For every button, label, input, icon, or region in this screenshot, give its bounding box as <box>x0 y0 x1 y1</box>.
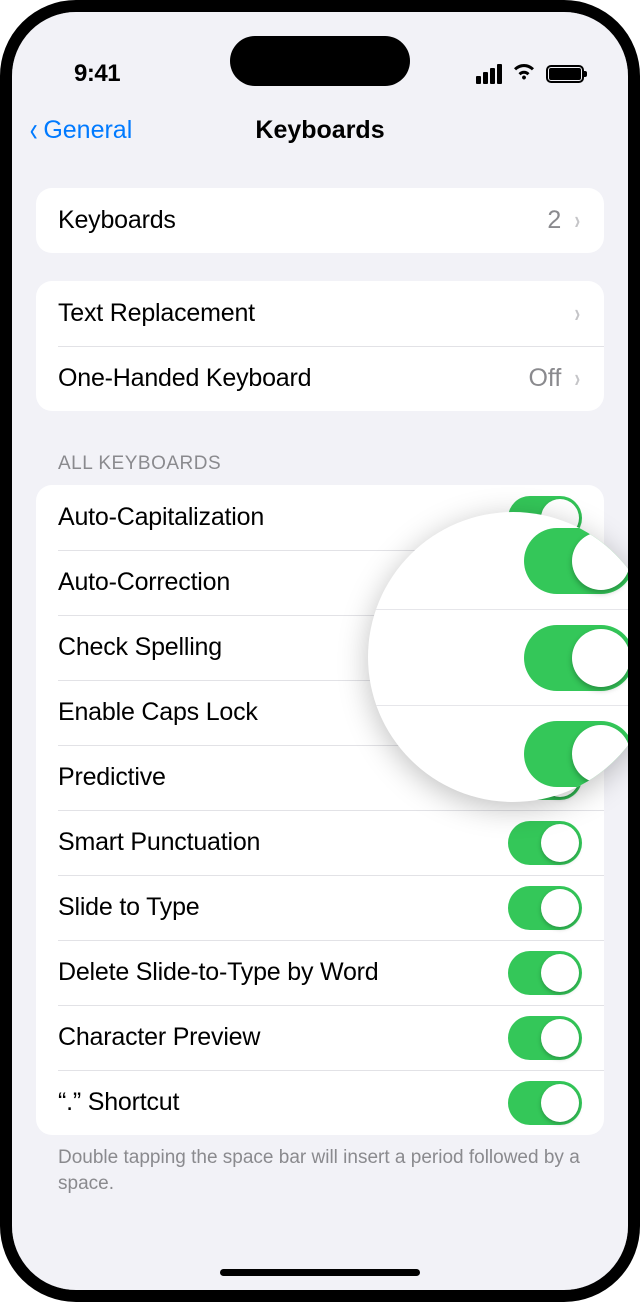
row-delete-slide-to-type-by-word: Delete Slide-to-Type by Word <box>36 940 604 1005</box>
page-title: Keyboards <box>255 116 384 145</box>
group-text-options: Text Replacement › One-Handed Keyboard O… <box>36 281 604 411</box>
back-button[interactable]: ‹ General <box>28 111 132 150</box>
row-label: Delete Slide-to-Type by Word <box>58 958 508 987</box>
row-label: Keyboards <box>58 206 547 235</box>
navigation-bar: ‹ General Keyboards <box>12 100 628 160</box>
magnifier-row <box>368 705 628 801</box>
row-text-replacement[interactable]: Text Replacement › <box>36 281 604 346</box>
magnified-toggle-icon <box>524 721 628 787</box>
magnifier-row <box>368 609 628 705</box>
chevron-right-icon: › <box>575 298 581 329</box>
status-icons <box>474 60 584 88</box>
group-keyboards: Keyboards 2 › <box>36 188 604 253</box>
row-smart-punctuation: Smart Punctuation <box>36 810 604 875</box>
row-one-handed-keyboard[interactable]: One-Handed Keyboard Off › <box>36 346 604 411</box>
toggle-period-shortcut[interactable] <box>508 1081 582 1125</box>
wifi-icon <box>511 60 537 88</box>
row-slide-to-type: Slide to Type <box>36 875 604 940</box>
magnified-toggle-icon <box>524 528 628 594</box>
row-value: 2 <box>547 206 561 235</box>
row-label: Text Replacement <box>58 299 573 328</box>
iphone-frame: 9:41 ‹ General Keyboards <box>0 0 640 1302</box>
toggle-delete-slide-to-type-by-word[interactable] <box>508 951 582 995</box>
toggle-character-preview[interactable] <box>508 1016 582 1060</box>
back-label: General <box>43 116 132 145</box>
group-footer-period-shortcut: Double tapping the space bar will insert… <box>36 1135 604 1196</box>
toggle-smart-punctuation[interactable] <box>508 821 582 865</box>
home-indicator[interactable] <box>220 1269 420 1276</box>
cellular-signal-icon <box>474 64 502 84</box>
row-value: Off <box>528 364 561 393</box>
row-label: Slide to Type <box>58 893 508 922</box>
row-character-preview: Character Preview <box>36 1005 604 1070</box>
row-label: Character Preview <box>58 1023 508 1052</box>
chevron-left-icon: ‹ <box>30 111 38 150</box>
row-keyboards-list[interactable]: Keyboards 2 › <box>36 188 604 253</box>
status-time: 9:41 <box>64 60 120 88</box>
toggle-slide-to-type[interactable] <box>508 886 582 930</box>
screen: 9:41 ‹ General Keyboards <box>12 12 628 1290</box>
chevron-right-icon: › <box>575 205 581 236</box>
row-label: Smart Punctuation <box>58 828 508 857</box>
magnifier-row <box>368 513 628 609</box>
row-period-shortcut: “.” Shortcut <box>36 1070 604 1135</box>
group-header-all-keyboards: ALL KEYBOARDS <box>36 453 604 485</box>
dynamic-island <box>230 36 410 86</box>
magnifier-callout <box>368 512 628 802</box>
row-label: One-Handed Keyboard <box>58 364 528 393</box>
chevron-right-icon: › <box>575 363 581 394</box>
magnified-toggle-icon <box>524 625 628 691</box>
battery-icon <box>546 65 584 83</box>
row-label: “.” Shortcut <box>58 1088 508 1117</box>
